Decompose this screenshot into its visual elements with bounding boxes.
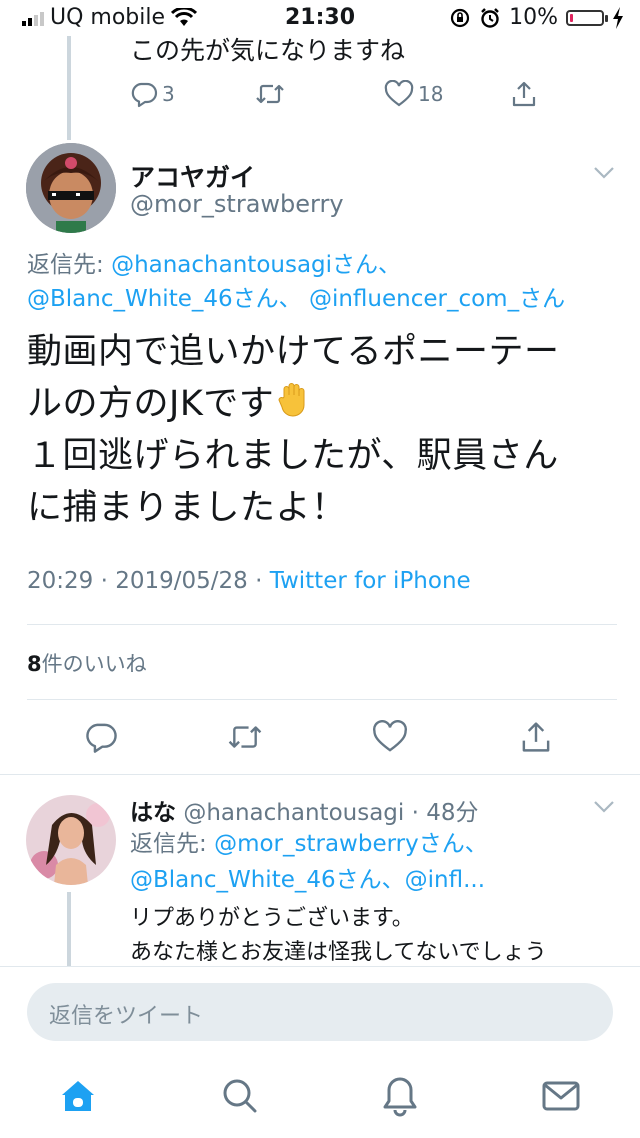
rotation-lock-icon xyxy=(450,8,470,27)
thread-line xyxy=(67,892,71,968)
tweet-text-line-with-emoji: ルの方のJKです xyxy=(27,378,627,430)
retweet-button[interactable] xyxy=(226,720,264,754)
heart-icon xyxy=(384,80,414,107)
tweet-meta: 20:29 · 2019/05/28 · Twitter for iPhone xyxy=(27,568,471,594)
share-button[interactable] xyxy=(510,80,538,108)
divider xyxy=(0,774,640,775)
likes-count: 8 xyxy=(27,652,42,676)
tweet-text-line: に捕まりましたよ！ xyxy=(27,488,347,528)
reply-button[interactable]: 3 xyxy=(130,80,175,108)
search-icon xyxy=(223,1079,257,1113)
retweet-icon xyxy=(256,84,284,104)
battery-icon xyxy=(566,9,608,26)
alarm-icon xyxy=(481,7,499,28)
likes-summary[interactable]: 8件のいいね xyxy=(27,648,147,678)
mention-link[interactable]: @Blanc_White_46さん、@infl... xyxy=(130,867,485,893)
reply-display-name[interactable]: はな xyxy=(130,800,176,826)
tab-notifications[interactable] xyxy=(380,1075,420,1121)
user-handle[interactable]: @mor_strawberry xyxy=(130,190,344,218)
chevron-down-icon[interactable] xyxy=(593,166,615,180)
reply-prefix: 返信先: xyxy=(130,831,207,857)
avatar[interactable] xyxy=(26,143,116,233)
status-right: 10% xyxy=(449,5,624,30)
source-link[interactable]: Twitter for iPhone xyxy=(270,568,471,594)
charging-icon xyxy=(613,6,623,29)
reply-button[interactable] xyxy=(84,720,118,754)
divider xyxy=(27,699,617,700)
prev-tweet-actions: 3 18 xyxy=(130,80,550,110)
composer-placeholder: 返信をツイート xyxy=(49,1004,204,1029)
reply-count: 3 xyxy=(162,82,175,106)
avatar-image xyxy=(26,795,116,885)
divider xyxy=(27,624,617,625)
likes-label: 件のいいね xyxy=(41,652,147,676)
thread-line xyxy=(67,36,71,140)
like-button[interactable]: 18 xyxy=(384,80,443,108)
tab-search[interactable] xyxy=(220,1076,260,1120)
tab-messages[interactable] xyxy=(541,1078,581,1118)
tab-bar xyxy=(0,1058,640,1138)
composer-bar: 返信をツイート xyxy=(0,966,640,1059)
reply-text-line: あなた様とお友達は怪我してないでしょう xyxy=(130,940,547,965)
notifications-icon xyxy=(383,1077,417,1117)
chevron-down-icon[interactable] xyxy=(593,800,615,814)
reply-icon xyxy=(86,723,117,753)
mention-link[interactable]: @mor_strawberryさん、 xyxy=(214,831,488,857)
reply-handle-time[interactable]: @hanachantousagi · 48分 xyxy=(183,800,478,826)
reply-context: 返信先: @mor_strawberryさん、 @Blanc_White_46さ… xyxy=(130,826,630,898)
tweet-text: 動画内で追いかけてるポニーテー ルの方のJKです １回逃げられましたが、駅員さん… xyxy=(27,326,627,534)
home-icon xyxy=(62,1081,94,1111)
reply-context: 返信先: @hanachantousagiさん、 @Blanc_White_46… xyxy=(27,248,627,316)
reply-icon xyxy=(131,82,158,108)
timestamp: 20:29 · 2019/05/28 · xyxy=(27,568,270,594)
retweet-icon xyxy=(228,726,262,748)
share-icon xyxy=(522,722,550,752)
like-button[interactable] xyxy=(372,720,408,754)
retweet-button[interactable] xyxy=(254,80,286,108)
mention-link[interactable]: @hanachantousagiさん、 xyxy=(111,252,401,278)
main-tweet-actions xyxy=(0,718,640,758)
messages-icon xyxy=(542,1081,580,1111)
like-count: 18 xyxy=(418,82,444,106)
prev-tweet-text: この先が気になりますね xyxy=(130,36,406,65)
tweet-text-line: 動画内で追いかけてるポニーテー xyxy=(27,332,560,372)
mention-link[interactable]: @influencer_com_さん xyxy=(309,286,565,312)
mention-link[interactable]: @Blanc_White_46さん、 xyxy=(27,286,302,312)
tab-home[interactable] xyxy=(58,1076,98,1120)
status-bar: UQ mobile 21:30 10% xyxy=(0,0,640,36)
reply-header: はな @hanachantousagi · 48分 xyxy=(130,793,478,827)
share-button[interactable] xyxy=(519,720,553,754)
battery-percent: 10% xyxy=(509,5,558,30)
reply-text: リプありがとうございます。 あなた様とお友達は怪我してないでしょう xyxy=(130,902,630,966)
reply-text-line: リプありがとうございます。 xyxy=(130,906,414,931)
heart-icon xyxy=(373,720,407,752)
reply-avatar[interactable] xyxy=(26,795,116,885)
share-icon xyxy=(512,81,536,107)
tweet-text-line: １回逃げられましたが、駅員さん xyxy=(27,436,559,476)
display-name[interactable]: アコヤガイ xyxy=(130,158,255,194)
raised-hand-icon xyxy=(278,383,305,417)
avatar-image xyxy=(26,143,116,233)
reply-composer-input[interactable]: 返信をツイート xyxy=(27,983,613,1041)
reply-prefix: 返信先: xyxy=(27,252,104,278)
